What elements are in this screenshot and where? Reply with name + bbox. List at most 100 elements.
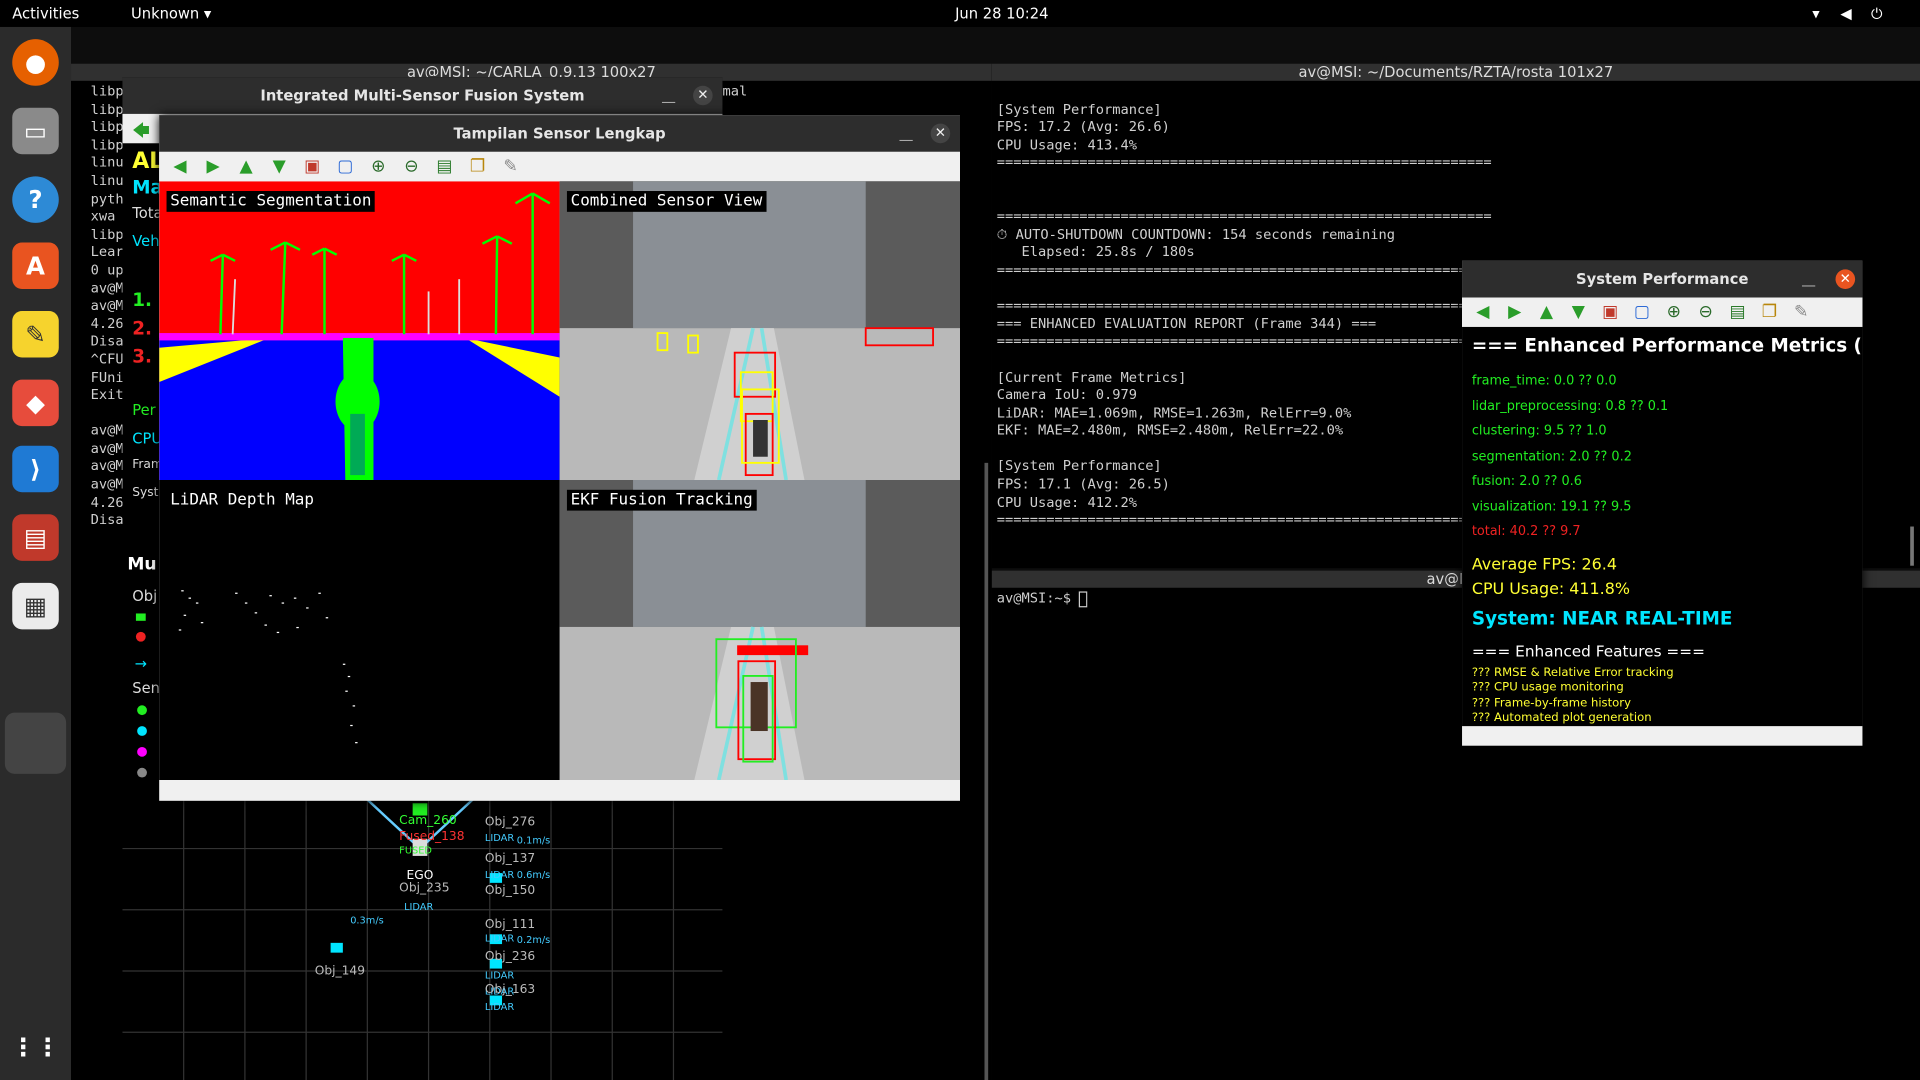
metric-line: total: 40.2 ?? 9.7 bbox=[1471, 524, 1581, 539]
settings-icon[interactable]: ✎ bbox=[1790, 301, 1812, 323]
terminal-line: FPS: 17.2 (Avg: 26.6) bbox=[996, 119, 1170, 135]
vscode-icon[interactable]: ⟩ bbox=[12, 445, 59, 493]
combined-label: Combined Sensor View bbox=[566, 191, 766, 212]
power-icon[interactable]: ⏻ bbox=[1871, 5, 1883, 23]
sensor-label: Sen bbox=[132, 679, 160, 697]
app-menu[interactable]: Unknown ▾ bbox=[131, 5, 211, 22]
obj-label: Obj bbox=[132, 587, 158, 605]
fusion-side-line: 1. bbox=[132, 288, 153, 312]
feature-line: ??? Automated plot generation bbox=[1471, 711, 1652, 725]
up-arrow-icon[interactable]: ▲ bbox=[1536, 301, 1558, 323]
app-grid-icon[interactable]: ⋮⋮ bbox=[11, 1024, 60, 1071]
dock: ● ▭ ? A ✎ ◆ ⟩ ▤ ▦ ⋮⋮ bbox=[0, 26, 72, 1080]
anydesk-icon[interactable]: ◆ bbox=[12, 379, 59, 427]
document-viewer-icon[interactable]: ▦ bbox=[12, 582, 59, 630]
perf-toolbar: ◀ ▶ ▲ ▼ ▣ ▢ ⊕ ⊖ ▤ ❐ ✎ bbox=[1462, 297, 1863, 327]
feature-line: ??? CPU usage monitoring bbox=[1471, 681, 1624, 695]
save-icon[interactable]: ▤ bbox=[433, 156, 455, 178]
perf-window-title: System Performance bbox=[1576, 270, 1749, 288]
zoom-out-icon[interactable]: ⊖ bbox=[1695, 301, 1717, 323]
combined-sensor-panel: Combined Sensor View bbox=[559, 181, 961, 481]
firefox-icon[interactable]: ● bbox=[12, 39, 59, 86]
terminal-line: ========================================… bbox=[996, 208, 1492, 225]
network-icon[interactable]: ▾ bbox=[1812, 5, 1819, 22]
segmentation-label: Semantic Segmentation bbox=[166, 191, 376, 212]
perf-window[interactable]: System Performance — ✕ ◀ ▶ ▲ ▼ ▣ ▢ ⊕ ⊖ ▤… bbox=[1462, 260, 1863, 746]
forward-arrow-icon[interactable]: ▶ bbox=[1504, 301, 1526, 323]
close-button[interactable]: ✕ bbox=[693, 85, 713, 106]
image-icon[interactable]: ▣ bbox=[1599, 301, 1621, 323]
back-arrow-icon[interactable]: ◀ bbox=[169, 156, 191, 178]
terminal-line: [System Performance] bbox=[996, 101, 1162, 118]
close-button[interactable]: ✕ bbox=[930, 123, 951, 144]
clock[interactable]: Jun 28 10:24 bbox=[955, 5, 1048, 22]
fusion-side-line: Syst bbox=[132, 486, 159, 500]
back-arrow-icon[interactable]: 🡄 bbox=[132, 118, 150, 147]
terminal-left-scrollbar[interactable] bbox=[984, 462, 989, 1080]
map-label: Obj_235 bbox=[399, 881, 450, 896]
perf-window-titlebar[interactable]: System Performance — ✕ bbox=[1462, 260, 1863, 298]
fusion-side-line: AL bbox=[132, 148, 164, 174]
fusion-side-line: 2. bbox=[132, 317, 153, 340]
map-label: LIDAR bbox=[404, 901, 434, 913]
fusion-side-line: Fram bbox=[132, 457, 163, 472]
map-label: Obj_111 bbox=[484, 918, 536, 932]
map-label: Obj_236 bbox=[484, 950, 536, 964]
settings-icon[interactable]: ✎ bbox=[500, 156, 522, 178]
map-label: LIDAR bbox=[484, 1001, 515, 1013]
save-icon[interactable]: ▤ bbox=[1727, 301, 1749, 323]
map-label: LIDAR bbox=[484, 933, 515, 945]
screenshot-icon[interactable]: ▢ bbox=[1631, 301, 1653, 323]
copy-icon[interactable]: ❐ bbox=[467, 156, 489, 178]
down-arrow-icon[interactable]: ▼ bbox=[1567, 301, 1589, 323]
terminal-scrollbar[interactable] bbox=[1910, 526, 1914, 566]
screenshot-icon[interactable]: ▢ bbox=[334, 156, 356, 178]
back-arrow-icon[interactable]: ◀ bbox=[1472, 301, 1494, 323]
sensor-window-titlebar[interactable]: Tampilan Sensor Lengkap — ✕ bbox=[159, 115, 961, 152]
system-monitor-icon[interactable]: ▤ bbox=[12, 514, 59, 561]
volume-icon[interactable]: ◀ bbox=[1840, 5, 1851, 22]
terminal-prompt[interactable]: av@MSI:~$ bbox=[996, 590, 1088, 609]
zoom-in-icon[interactable]: ⊕ bbox=[367, 156, 389, 178]
cpu-usage: CPU Usage: 411.8% bbox=[1471, 580, 1630, 599]
ekf-view-image bbox=[559, 480, 961, 781]
avg-fps: Average FPS: 26.4 bbox=[1471, 555, 1617, 575]
sensor-window[interactable]: Tampilan Sensor Lengkap — ✕ ◀ ▶ ▲ ▼ ▣ ▢ … bbox=[159, 115, 961, 801]
close-button[interactable]: ✕ bbox=[1835, 269, 1856, 289]
legend-dot-cyan bbox=[137, 726, 147, 736]
down-arrow-icon[interactable]: ▼ bbox=[268, 156, 290, 178]
image-icon[interactable]: ▣ bbox=[301, 156, 323, 178]
metric-line: fusion: 2.0 ?? 0.6 bbox=[1471, 473, 1582, 489]
metric-line: segmentation: 2.0 ?? 0.2 bbox=[1471, 448, 1632, 464]
help-icon[interactable]: ? bbox=[12, 176, 59, 223]
map-label: 0.2m/s bbox=[516, 934, 551, 946]
fusion-side-line: 3. bbox=[132, 345, 153, 368]
fusion-side-line: CPU bbox=[132, 429, 163, 447]
activities-button[interactable]: Activities bbox=[12, 5, 79, 22]
map-label: 0.6m/s bbox=[516, 869, 551, 881]
sensor-toolbar: ◀ ▶ ▲ ▼ ▣ ▢ ⊕ ⊖ ▤ ❐ ✎ bbox=[159, 151, 961, 182]
copy-icon[interactable]: ❐ bbox=[1758, 301, 1780, 323]
up-arrow-icon[interactable]: ▲ bbox=[235, 156, 257, 178]
metric-line: frame_time: 0.0 ?? 0.0 bbox=[1471, 373, 1617, 389]
map-label: Fused_138 bbox=[399, 830, 465, 844]
ekf-label: EKF Fusion Tracking bbox=[566, 489, 757, 511]
software-icon[interactable]: A bbox=[12, 242, 59, 289]
sensor-window-title: Tampilan Sensor Lengkap bbox=[453, 124, 666, 143]
forward-arrow-icon[interactable]: ▶ bbox=[202, 156, 224, 178]
terminal-right-title: av@MSI: ~/Documents/RZTA/rosta 101x27 bbox=[991, 63, 1920, 81]
fusion-side-line bbox=[132, 373, 161, 401]
files-icon[interactable]: ▭ bbox=[12, 107, 59, 155]
fusion-side-line: Veh bbox=[132, 232, 160, 250]
editor-icon[interactable]: ✎ bbox=[12, 311, 59, 358]
feature-line: ??? Frame-by-frame history bbox=[1471, 696, 1631, 710]
zoom-in-icon[interactable]: ⊕ bbox=[1663, 301, 1685, 323]
combined-view-image bbox=[559, 181, 961, 481]
terminal-icon[interactable] bbox=[4, 712, 67, 774]
zoom-out-icon[interactable]: ⊖ bbox=[400, 156, 422, 178]
fusion-window-titlebar[interactable]: Integrated Multi-Sensor Fusion System — … bbox=[122, 77, 723, 114]
lidar-depth-panel: LiDAR Depth Map bbox=[159, 480, 560, 781]
